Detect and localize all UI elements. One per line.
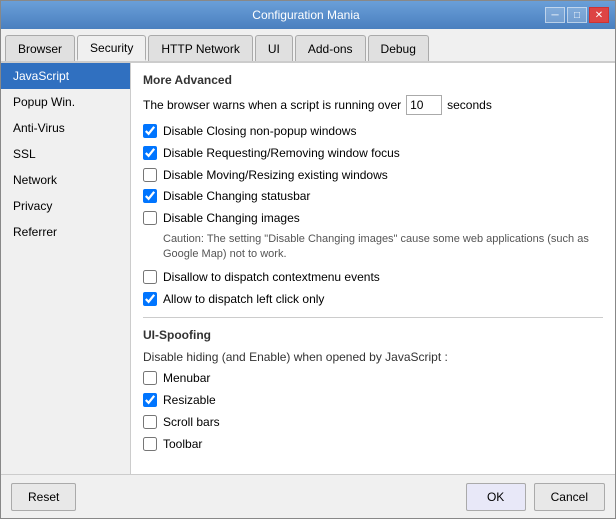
checkbox-leftclick: Allow to dispatch left click only	[143, 291, 603, 308]
tab-browser[interactable]: Browser	[5, 35, 75, 61]
checkbox-menubar: Menubar	[143, 370, 603, 387]
sidebar-item-ssl[interactable]: SSL	[1, 141, 130, 167]
checkbox-images: Disable Changing images	[143, 210, 603, 227]
sidebar-item-referrer[interactable]: Referrer	[1, 219, 130, 245]
checkbox-resizable-label[interactable]: Resizable	[163, 392, 216, 409]
tabs-bar: Browser Security HTTP Network UI Add-ons…	[1, 29, 615, 63]
content-scroll[interactable]: More Advanced The browser warns when a s…	[131, 63, 615, 474]
checkbox-move-input[interactable]	[143, 168, 157, 182]
checkbox-move-label[interactable]: Disable Moving/Resizing existing windows	[163, 167, 388, 184]
tab-ui[interactable]: UI	[255, 35, 293, 61]
checkbox-resizable: Resizable	[143, 392, 603, 409]
tab-http[interactable]: HTTP Network	[148, 35, 252, 61]
sidebar-item-antivirus[interactable]: Anti-Virus	[1, 115, 130, 141]
checkbox-leftclick-label[interactable]: Allow to dispatch left click only	[163, 291, 324, 308]
checkbox-toolbar: Toolbar	[143, 436, 603, 453]
script-timeout-row: The browser warns when a script is runni…	[143, 95, 603, 115]
footer-right: OK Cancel	[466, 483, 605, 511]
checkbox-focus: Disable Requesting/Removing window focus	[143, 145, 603, 162]
section-divider	[143, 317, 603, 318]
sidebar-item-privacy[interactable]: Privacy	[1, 193, 130, 219]
checkbox-menubar-label[interactable]: Menubar	[163, 370, 210, 387]
checkbox-leftclick-input[interactable]	[143, 292, 157, 306]
close-button[interactable]: ✕	[589, 7, 609, 23]
checkbox-images-input[interactable]	[143, 211, 157, 225]
caution-text: Caution: The setting "Disable Changing i…	[163, 232, 603, 263]
cancel-button[interactable]: Cancel	[534, 483, 605, 511]
reset-button[interactable]: Reset	[11, 483, 76, 511]
sidebar: JavaScript Popup Win. Anti-Virus SSL Net…	[1, 63, 131, 474]
checkbox-contextmenu-input[interactable]	[143, 270, 157, 284]
checkbox-focus-input[interactable]	[143, 146, 157, 160]
sidebar-item-popup[interactable]: Popup Win.	[1, 89, 130, 115]
checkbox-contextmenu: Disallow to dispatch contextmenu events	[143, 269, 603, 286]
footer: Reset OK Cancel	[1, 474, 615, 518]
checkbox-close-nonpopup-input[interactable]	[143, 124, 157, 138]
sidebar-item-network[interactable]: Network	[1, 167, 130, 193]
checkbox-toolbar-input[interactable]	[143, 437, 157, 451]
checkbox-statusbar-input[interactable]	[143, 189, 157, 203]
tab-addons[interactable]: Add-ons	[295, 35, 366, 61]
ok-button[interactable]: OK	[466, 483, 526, 511]
checkbox-scrollbars: Scroll bars	[143, 414, 603, 431]
section-ui-spoofing-subtitle: Disable hiding (and Enable) when opened …	[143, 350, 603, 364]
checkbox-toolbar-label[interactable]: Toolbar	[163, 436, 202, 453]
checkbox-scrollbars-input[interactable]	[143, 415, 157, 429]
section-ui-spoofing-title: UI-Spoofing	[143, 328, 603, 342]
checkbox-menubar-input[interactable]	[143, 371, 157, 385]
title-controls: ─ □ ✕	[545, 7, 609, 23]
checkbox-images-label[interactable]: Disable Changing images	[163, 210, 300, 227]
checkbox-close-nonpopup: Disable Closing non-popup windows	[143, 123, 603, 140]
window-title: Configuration Mania	[67, 8, 545, 22]
section-advanced-title: More Advanced	[143, 73, 603, 87]
checkbox-focus-label[interactable]: Disable Requesting/Removing window focus	[163, 145, 400, 162]
content-area: More Advanced The browser warns when a s…	[131, 63, 615, 474]
checkbox-move: Disable Moving/Resizing existing windows	[143, 167, 603, 184]
script-timeout-label: The browser warns when a script is runni…	[143, 98, 401, 112]
checkbox-scrollbars-label[interactable]: Scroll bars	[163, 414, 220, 431]
script-timeout-suffix: seconds	[447, 98, 492, 112]
tab-debug[interactable]: Debug	[368, 35, 429, 61]
minimize-button[interactable]: ─	[545, 7, 565, 23]
checkbox-close-nonpopup-label[interactable]: Disable Closing non-popup windows	[163, 123, 356, 140]
checkbox-statusbar-label[interactable]: Disable Changing statusbar	[163, 188, 310, 205]
checkbox-statusbar: Disable Changing statusbar	[143, 188, 603, 205]
sidebar-item-javascript[interactable]: JavaScript	[1, 63, 130, 89]
maximize-button[interactable]: □	[567, 7, 587, 23]
main-content: JavaScript Popup Win. Anti-Virus SSL Net…	[1, 63, 615, 474]
main-window: Configuration Mania ─ □ ✕ Browser Securi…	[0, 0, 616, 519]
tab-security[interactable]: Security	[77, 35, 146, 61]
checkbox-resizable-input[interactable]	[143, 393, 157, 407]
checkbox-contextmenu-label[interactable]: Disallow to dispatch contextmenu events	[163, 269, 380, 286]
script-timeout-input[interactable]	[406, 95, 442, 115]
title-bar: Configuration Mania ─ □ ✕	[1, 1, 615, 29]
